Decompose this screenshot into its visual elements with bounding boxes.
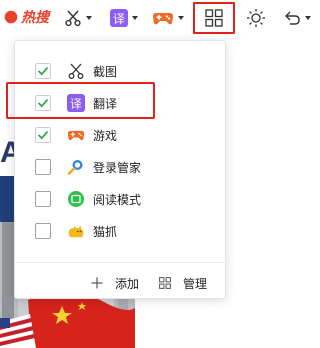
menu-item-label: 阅读模式	[93, 192, 142, 207]
menu-item-reader-mode[interactable]: 阅读模式	[15, 183, 227, 215]
screenshot-tool-button[interactable]	[64, 0, 92, 36]
search-icon	[67, 158, 85, 176]
undo-button[interactable]	[283, 0, 311, 36]
translate-icon: 译	[110, 9, 128, 27]
cat-icon	[67, 222, 85, 240]
apps-dropdown-panel: 截图 译 翻译 游戏 登录管家 阅读模式 猫抓 添加 管理	[14, 40, 227, 299]
menu-item-label: 游戏	[93, 128, 118, 143]
scissors-icon	[67, 62, 85, 80]
checkbox-unchecked[interactable]	[35, 223, 51, 239]
grid-icon	[205, 9, 223, 27]
chevron-down-icon	[305, 16, 311, 20]
hot-search-label: 热搜	[21, 9, 49, 25]
reader-icon	[67, 190, 85, 208]
checkbox-checked[interactable]	[35, 127, 51, 143]
translate-item-highlight	[6, 82, 155, 119]
menu-item-label: 猫抓	[93, 224, 118, 239]
menu-item-login-manager[interactable]: 登录管家	[15, 151, 227, 183]
add-label: 添加	[115, 276, 140, 291]
menu-item-game[interactable]: 游戏	[15, 119, 227, 151]
hot-icon	[4, 10, 18, 24]
menu-item-label: 登录管家	[93, 160, 142, 175]
page-banner-fragment	[0, 176, 14, 222]
game-tool-button[interactable]	[152, 0, 184, 36]
partial-heading-letter: A	[0, 136, 22, 169]
sun-icon	[246, 8, 266, 28]
checkbox-unchecked[interactable]	[35, 191, 51, 207]
menu-item-cat-grab[interactable]: 猫抓	[15, 215, 227, 247]
apps-menu-button[interactable]	[200, 0, 228, 36]
menu-divider	[15, 262, 227, 263]
scissors-icon	[64, 9, 82, 27]
grid-icon	[159, 277, 171, 289]
plus-icon	[91, 277, 103, 289]
checkbox-checked[interactable]	[35, 63, 51, 79]
brightness-button[interactable]	[246, 0, 266, 36]
manage-button[interactable]: 管理	[159, 273, 207, 293]
chevron-down-icon	[178, 16, 184, 20]
gamepad-icon	[67, 126, 85, 144]
translate-glyph: 译	[112, 11, 125, 26]
menu-item-label: 截图	[93, 64, 118, 79]
manage-label: 管理	[183, 276, 208, 291]
checkbox-unchecked[interactable]	[35, 159, 51, 175]
hot-search-badge[interactable]: 热搜	[0, 0, 64, 34]
chevron-down-icon	[86, 16, 92, 20]
undo-icon	[283, 9, 301, 27]
add-button[interactable]: 添加	[91, 273, 139, 293]
translate-tool-button[interactable]: 译	[110, 0, 138, 36]
gamepad-icon	[152, 9, 174, 27]
chevron-down-icon	[132, 16, 138, 20]
